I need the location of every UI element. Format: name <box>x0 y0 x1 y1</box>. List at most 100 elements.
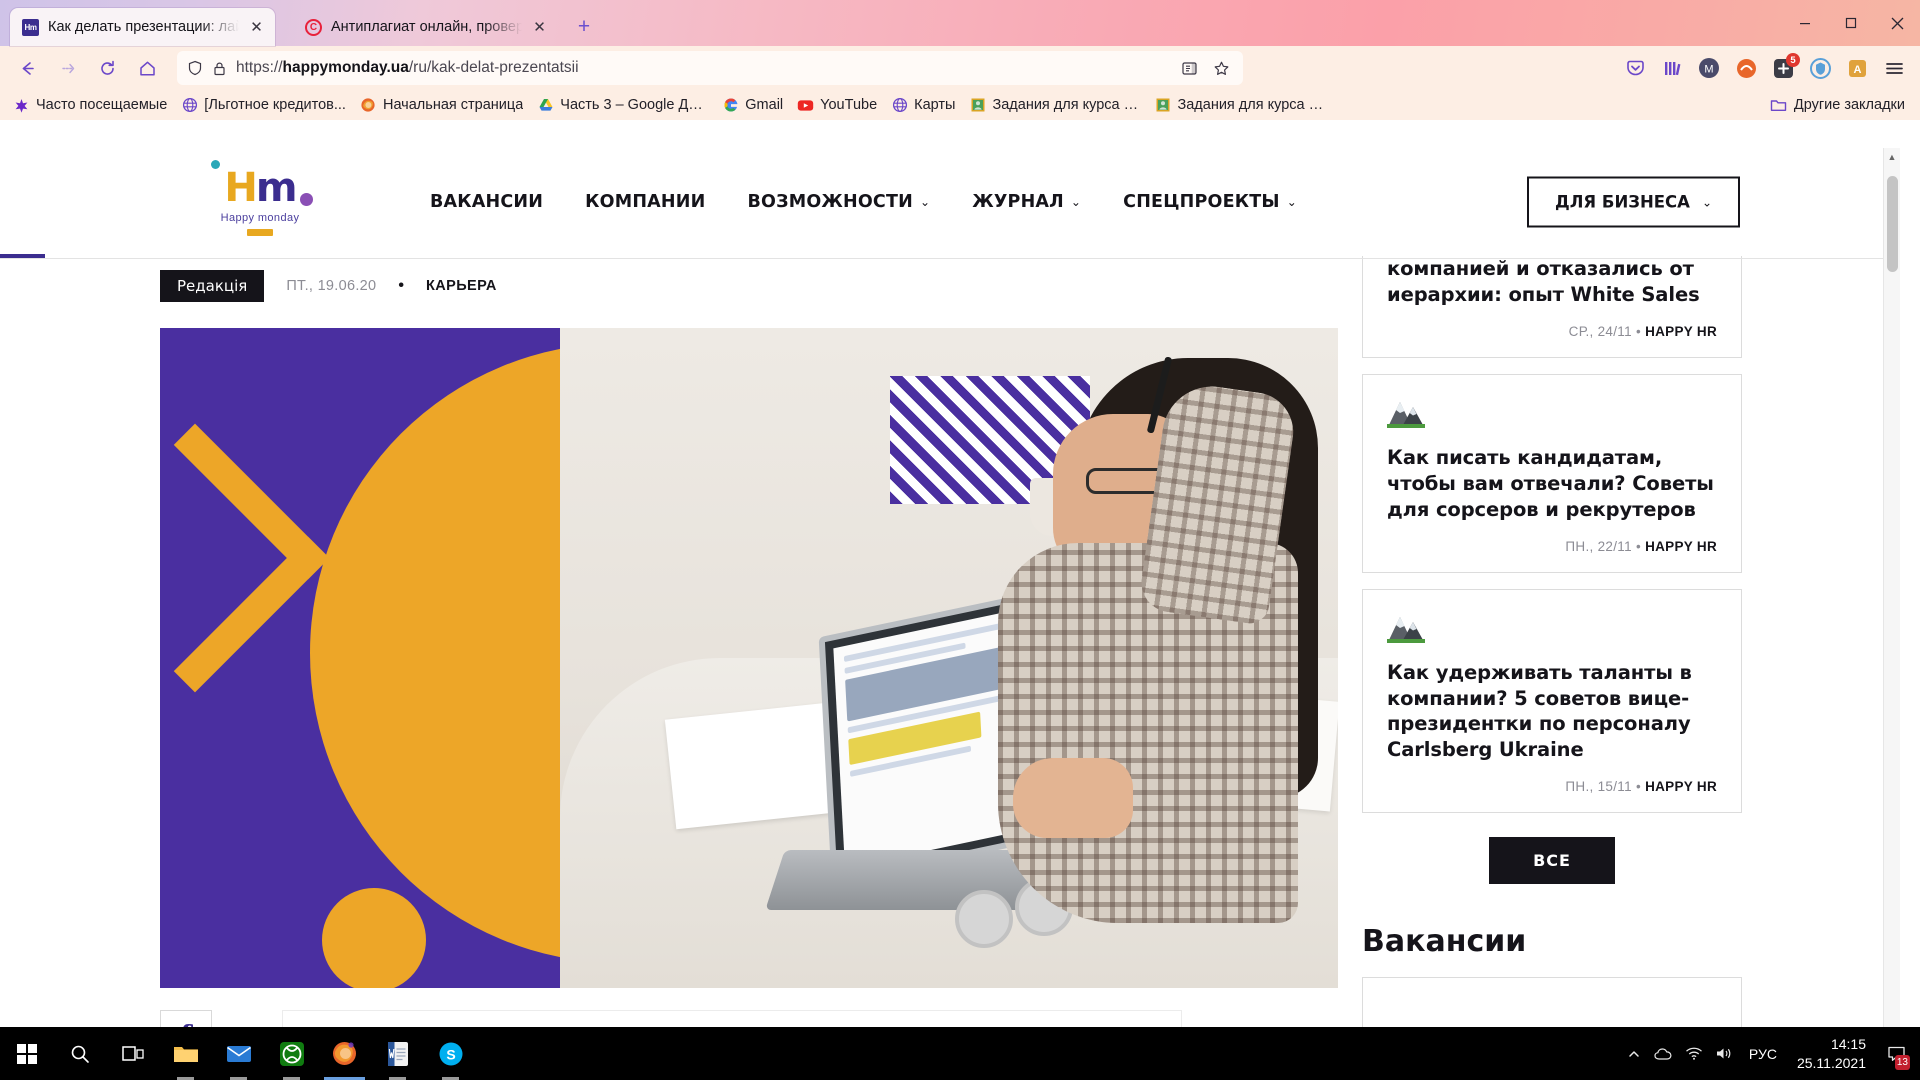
task-view-icon[interactable] <box>106 1027 159 1080</box>
meta-separator: • <box>398 277 405 294</box>
menu-icon[interactable] <box>1876 51 1912 85</box>
wifi-icon[interactable] <box>1679 1027 1709 1080</box>
word-icon[interactable] <box>371 1027 424 1080</box>
bookmark-label: YouTube <box>820 97 878 113</box>
sidebar-article-meta: СР., 24/11 • HAPPY HR <box>1387 324 1717 339</box>
meta-separator: • <box>1635 779 1642 795</box>
sidebar-article-title: Как писать кандидатам, чтобы вам отвечал… <box>1387 445 1714 521</box>
mountain-icon <box>1387 612 1425 646</box>
bookmark-item[interactable]: Gmail <box>715 95 790 116</box>
browser-tab-2[interactable]: C Антиплагиат онлайн, проверк ✕ <box>293 8 558 46</box>
bookmark-item[interactable]: Часть 3 – Google Диск <box>530 95 715 116</box>
reader-view-icon[interactable] <box>1178 60 1201 77</box>
minimize-icon[interactable] <box>1782 0 1828 46</box>
nav-item-opportunities[interactable]: ВОЗМОЖНОСТИ ⌄ <box>747 192 930 212</box>
xbox-icon[interactable] <box>265 1027 318 1080</box>
url-scheme: https:// <box>236 59 283 76</box>
bookmark-item[interactable]: Задания для курса "к... <box>962 95 1147 116</box>
gmail-icon <box>722 97 739 114</box>
extension-badge-count: 5 <box>1786 53 1800 67</box>
bookmark-item[interactable]: Часто посещаемые <box>6 95 174 116</box>
onedrive-icon[interactable] <box>1649 1027 1679 1080</box>
firefox-icon[interactable] <box>318 1027 371 1080</box>
addon-amber-icon[interactable]: A <box>1839 51 1875 85</box>
article-category[interactable]: КАРЬЕРА <box>426 278 497 294</box>
library-icon[interactable] <box>1654 51 1690 85</box>
page-scrollbar[interactable]: ▲ <box>1883 148 1900 1080</box>
nav-label: ВАКАНСИИ <box>430 192 544 212</box>
logo-dot-teal-icon <box>211 160 221 169</box>
main-navigation: ВАКАНСИИ КОМПАНИИ ВОЗМОЖНОСТИ ⌄ ЖУРНАЛ ⌄ С… <box>430 192 1297 212</box>
file-explorer-icon[interactable] <box>159 1027 212 1080</box>
bookmark-item[interactable]: Карты <box>884 95 962 116</box>
bookmark-item[interactable]: Начальная страница <box>353 95 530 116</box>
scrollbar-thumb[interactable] <box>1887 176 1898 272</box>
addon-shield-icon[interactable] <box>1802 51 1838 85</box>
padlock-icon[interactable] <box>212 61 227 76</box>
author-badge[interactable]: Редакція <box>160 270 265 302</box>
star-icon[interactable] <box>1210 60 1233 77</box>
hm-favicon: Hm <box>22 18 39 36</box>
sidebar-article-card[interactable]: Как писать кандидатам, чтобы вам отвечал… <box>1362 373 1742 573</box>
mail-icon[interactable] <box>212 1027 265 1080</box>
sidebar-article-card[interactable]: компанией и отказались от иерархии: опыт… <box>1362 256 1742 358</box>
tab-close-icon[interactable]: ✕ <box>531 19 548 36</box>
language-indicator[interactable]: РУС <box>1739 1046 1787 1062</box>
new-tab-button[interactable]: + <box>568 11 600 43</box>
addon-dark-icon[interactable]: 5 <box>1765 51 1801 85</box>
account-icon[interactable]: M <box>1691 51 1727 85</box>
view-all-button[interactable]: ВСЕ <box>1489 837 1615 885</box>
nav-label: ЖУРНАЛ <box>972 192 1064 212</box>
nav-item-vacancies[interactable]: ВАКАНСИИ <box>430 192 543 212</box>
chevron-up-icon[interactable] <box>1619 1027 1649 1080</box>
logo-dot-purple-icon <box>299 193 313 206</box>
search-icon[interactable] <box>53 1027 106 1080</box>
nav-label: СПЕЦПРОЕКТЫ <box>1123 192 1280 212</box>
skype-icon[interactable]: S <box>424 1027 477 1080</box>
home-icon[interactable] <box>128 51 166 85</box>
photo-person-hand <box>1013 758 1133 838</box>
addon-orange-icon[interactable] <box>1728 51 1764 85</box>
sidebar-article-card[interactable]: Как удерживать таланты в компании? 5 сов… <box>1362 588 1742 814</box>
sidebar-article-title: Как удерживать таланты в компании? 5 сов… <box>1387 660 1692 762</box>
scroll-up-arrow-icon[interactable]: ▲ <box>1884 148 1900 165</box>
svg-text:M: M <box>1704 64 1713 76</box>
windows-start-icon[interactable] <box>0 1027 53 1080</box>
notifications-button[interactable]: 13 <box>1878 1027 1914 1080</box>
bookmark-item[interactable]: Задания для курса "К... <box>1147 95 1332 116</box>
nav-item-companies[interactable]: КОМПАНИИ <box>585 192 705 212</box>
tab-title: Как делать презентации: лайф <box>48 19 239 35</box>
nav-item-journal[interactable]: ЖУРНАЛ ⌄ <box>972 192 1081 212</box>
chevron-down-icon: ⌄ <box>919 195 931 209</box>
other-bookmarks-button[interactable]: Другие закладки <box>1763 95 1912 116</box>
clock[interactable]: 14:15 25.11.2021 <box>1787 1035 1878 1073</box>
sidebar: компанией и отказались от иерархии: опыт… <box>1362 256 1742 1062</box>
back-arrow-icon[interactable] <box>8 51 46 85</box>
page-viewport: Hm Happy monday ВАКАНСИИ КОМПАНИИ ВОЗМОЖ… <box>0 148 1920 1080</box>
volume-icon[interactable] <box>1709 1027 1739 1080</box>
article-column: Редакція ПТ., 19.06.20 • КАРЬЕРА <box>160 256 1340 1062</box>
hero-photograph <box>560 328 1338 988</box>
content-row: Редакція ПТ., 19.06.20 • КАРЬЕРА компани… <box>0 256 1900 1062</box>
tab-close-icon[interactable]: ✕ <box>248 19 265 36</box>
meta-separator: • <box>1635 538 1642 554</box>
maximize-icon[interactable] <box>1828 0 1874 46</box>
close-icon[interactable] <box>1874 0 1920 46</box>
nav-item-special-projects[interactable]: СПЕЦПРОЕКТЫ ⌄ <box>1123 192 1297 212</box>
window-controls <box>1782 0 1920 46</box>
bookmark-item[interactable]: YouTube <box>790 95 884 116</box>
bookmark-label: Задания для курса "К... <box>1177 97 1326 113</box>
chevron-down-icon: ⌄ <box>1070 195 1082 209</box>
url-text[interactable]: https://happymonday.ua/ru/kak-delat-prez… <box>236 59 1169 77</box>
shield-icon[interactable] <box>187 60 203 76</box>
pocket-icon[interactable] <box>1617 51 1653 85</box>
address-bar[interactable]: https://happymonday.ua/ru/kak-delat-prez… <box>177 51 1243 85</box>
bookmark-label: [Льготное кредитов... <box>204 97 346 113</box>
for-business-button[interactable]: ДЛЯ БИЗНЕСА ⌄ <box>1527 176 1740 228</box>
sidebar-article-date: ПН., 22/11 <box>1565 538 1632 554</box>
bookmark-item[interactable]: [Льготное кредитов... <box>174 95 353 116</box>
reload-icon[interactable] <box>88 51 126 85</box>
url-path: /ru/kak-delat-prezentatsii <box>408 59 579 76</box>
site-logo[interactable]: Hm Happy monday <box>140 160 380 236</box>
browser-tab-1[interactable]: Hm Как делать презентации: лайф ✕ <box>10 8 275 46</box>
